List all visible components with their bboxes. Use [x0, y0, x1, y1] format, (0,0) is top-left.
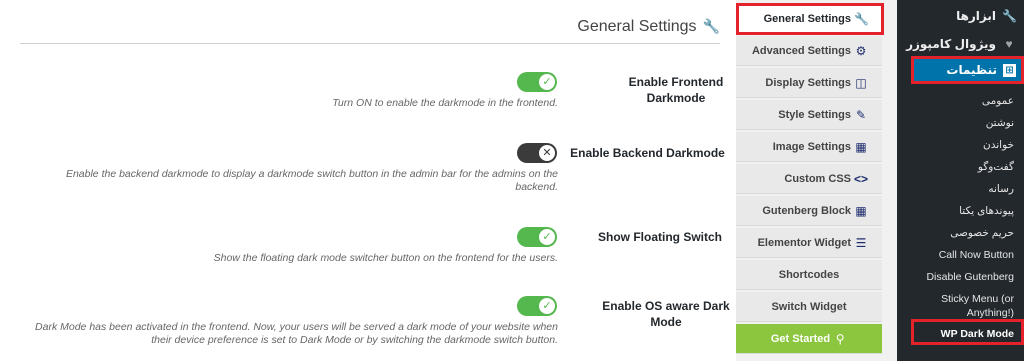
wrench-icon: 🔧	[1002, 9, 1017, 23]
tab-label: Get Started	[770, 332, 831, 345]
wrench-icon: 🔧	[854, 11, 869, 26]
blocks-icon: ▦	[855, 203, 867, 218]
tab-label: Switch Widget	[771, 300, 847, 313]
tab-advanced-settings[interactable]: Advanced Settings ⚙	[736, 36, 882, 66]
sidebar-item-settings[interactable]: تنظیمات ⊞	[913, 58, 1024, 82]
wrench-icon: 🔧	[702, 18, 720, 34]
os-aware-darkmode-toggle[interactable]: ✓	[517, 296, 557, 316]
admin-sidebar: ابزارها 🔧 ویژوال کامپوزر ♥ تنظیمات ⊞ عمومی …	[897, 0, 1024, 361]
setting-label: Enable OS aware Dark Mode	[602, 299, 730, 329]
backend-darkmode-toggle[interactable]: ✕	[517, 143, 557, 163]
settings-panel: General Settings 🔧 ✓ Enable Frontend Dar…	[0, 0, 736, 361]
panel-header: General Settings 🔧	[20, 16, 720, 44]
tab-shortcodes[interactable]: Shortcodes	[736, 260, 882, 290]
submenu-item-call-now-button[interactable]: Call Now Button	[897, 248, 1024, 262]
widget-icon: ☰	[855, 235, 867, 250]
gear-icon: ⚙	[855, 43, 867, 58]
page-title: General Settings	[577, 17, 697, 35]
setting-label: Enable Backend Darkmode	[570, 146, 725, 160]
setting-label: Show Floating Switch	[598, 230, 722, 244]
settings-tabs: General Settings 🔧 Advanced Settings ⚙ Dis…	[736, 0, 882, 361]
submenu-item-permalinks[interactable]: پیوندهای یکتا	[897, 204, 1024, 218]
pin-icon: ⚲	[835, 331, 845, 346]
check-icon: ✓	[539, 229, 555, 245]
setting-description: Enable the backend darkmode to display a…	[65, 168, 558, 193]
floating-switch-toggle[interactable]: ✓	[517, 227, 557, 247]
submenu-item-sticky-menu[interactable]: Sticky Menu (or Anything!)	[897, 292, 1024, 320]
tab-custom-css[interactable]: Custom CSS <>	[736, 164, 882, 194]
check-icon: ✓	[539, 74, 555, 90]
sidebar-item-label: ویژوال کامپوزر	[906, 37, 996, 51]
tab-image-settings[interactable]: Image Settings ▦	[736, 132, 882, 162]
image-icon: ▦	[855, 139, 867, 154]
tab-style-settings[interactable]: Style Settings ✎	[736, 100, 882, 130]
check-icon: ✓	[539, 298, 555, 314]
monitor-icon: ◫	[855, 75, 867, 90]
tab-gutenberg-block[interactable]: Gutenberg Block ▦	[736, 196, 882, 226]
tab-label: Style Settings	[778, 108, 851, 121]
tab-label: Image Settings	[772, 140, 851, 153]
tab-switch-widget[interactable]: Switch Widget	[736, 292, 882, 322]
tab-display-settings[interactable]: Display Settings ◫	[736, 68, 882, 98]
sidebar-item-visual-composer[interactable]: ویژوال کامپوزر ♥	[897, 32, 1024, 56]
submenu-item-media[interactable]: رسانه	[897, 182, 1024, 196]
submenu-item-disable-gutenberg[interactable]: Disable Gutenberg	[897, 270, 1024, 284]
tab-elementor-widget[interactable]: Elementor Widget ☰	[736, 228, 882, 258]
submenu-item-privacy[interactable]: حریم خصوصی	[897, 226, 1024, 240]
tab-label: Advanced Settings	[751, 44, 851, 57]
tab-label: Gutenberg Block	[762, 204, 851, 217]
tab-label: Custom CSS	[784, 172, 851, 185]
tab-label: General Settings	[763, 12, 851, 25]
puzzle-icon: ♥	[1005, 37, 1013, 51]
sidebar-item-tools[interactable]: ابزارها 🔧	[897, 4, 1024, 28]
code-icon: <>	[854, 171, 869, 186]
frontend-darkmode-toggle[interactable]: ✓	[517, 72, 557, 92]
tab-get-started[interactable]: Get Started ⚲	[736, 324, 882, 354]
submenu-item-general[interactable]: عمومی	[897, 94, 1024, 108]
tab-label: Elementor Widget	[757, 236, 851, 249]
sidebar-item-label: ابزارها	[956, 9, 996, 23]
submenu-item-wp-dark-mode[interactable]: WP Dark Mode	[897, 327, 1024, 341]
setting-description: Turn ON to enable the darkmode in the fr…	[332, 97, 558, 109]
submenu-item-discussion[interactable]: گفت‌وگو	[897, 160, 1024, 174]
setting-description: Dark Mode has been activated in the fron…	[35, 321, 558, 346]
sidebar-item-label: تنظیمات	[946, 63, 997, 77]
tab-general-settings[interactable]: General Settings 🔧	[736, 4, 882, 34]
tab-label: Shortcodes	[778, 268, 840, 281]
tab-label: Display Settings	[765, 76, 851, 89]
brush-icon: ✎	[855, 107, 867, 122]
submenu-item-reading[interactable]: خواندن	[897, 138, 1024, 152]
setting-label: Enable Frontend Darkmode	[628, 75, 724, 105]
submenu-item-writing[interactable]: نوشتن	[897, 116, 1024, 130]
setting-description: Show the floating dark mode switcher but…	[213, 252, 558, 264]
close-icon: ✕	[539, 145, 555, 161]
settings-icon: ⊞	[1003, 63, 1016, 77]
